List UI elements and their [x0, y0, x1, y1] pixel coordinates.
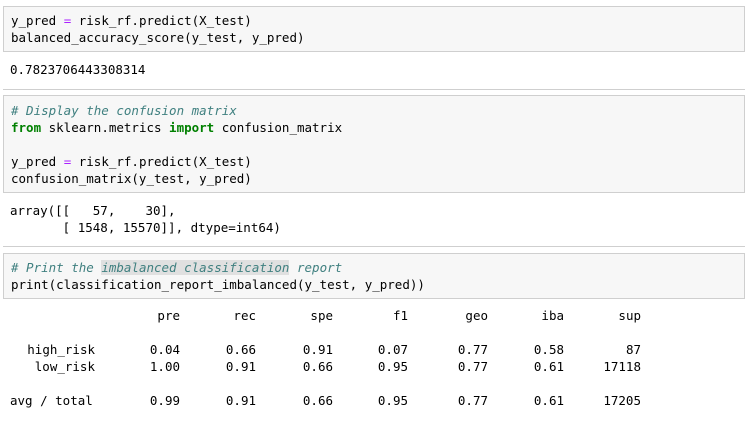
- code-line: from sklearn.metrics import confusion_ma…: [11, 119, 342, 136]
- cell-value: 0.66: [302, 393, 333, 408]
- code-line: print(classification_report_imbalanced(y…: [11, 277, 425, 292]
- code-cell-2[interactable]: # Display the confusion matrix from skle…: [3, 95, 745, 193]
- cell-value: 0.95: [377, 359, 408, 374]
- cell-value: 1.00: [149, 359, 180, 374]
- cell-output-1: 0.7823706443308314: [10, 62, 146, 77]
- keyword-token: from: [11, 120, 42, 135]
- cell-value: 17118: [603, 359, 641, 374]
- column-header-geo: geo: [465, 308, 488, 323]
- cell-value: 0.99: [149, 393, 180, 408]
- code-line: confusion_matrix(y_test, y_pred): [11, 171, 252, 186]
- code-comment: # Display the confusion matrix: [11, 103, 237, 118]
- cell-value: 0.61: [533, 393, 564, 408]
- code-token: risk_rf.predict(X_test): [71, 154, 252, 169]
- cell-value: 0.77: [457, 393, 488, 408]
- cell-output-2-line-2: [ 1548, 15570]], dtype=int64): [10, 220, 281, 235]
- cell-divider: [3, 246, 745, 247]
- code-cell-1[interactable]: y_pred = risk_rf.predict(X_test) balance…: [3, 6, 745, 52]
- column-header-sup: sup: [618, 308, 641, 323]
- cell-value: 0.91: [302, 342, 333, 357]
- cell-value: 0.07: [377, 342, 408, 357]
- row-label: low_risk: [34, 359, 95, 374]
- column-header-f1: f1: [392, 308, 408, 323]
- cell-output-2-line-1: array([[ 57, 30],: [10, 203, 176, 218]
- highlighted-text: imbalanced classification: [101, 260, 290, 275]
- code-token: y_pred: [11, 154, 64, 169]
- column-header-rec: rec: [233, 308, 256, 323]
- cell-value: 0.77: [457, 342, 488, 357]
- column-header-spe: spe: [310, 308, 333, 323]
- cell-value: 0.91: [225, 359, 256, 374]
- comment-token: # Print the: [11, 260, 102, 275]
- row-label: high_risk: [27, 342, 95, 357]
- code-cell-3[interactable]: # Print the imbalanced classification re…: [3, 253, 745, 299]
- keyword-token: import: [169, 120, 215, 135]
- cell-value: 0.61: [533, 359, 564, 374]
- code-token: risk_rf.predict(X_test): [71, 13, 252, 28]
- cell-divider: [3, 89, 745, 90]
- code-line: y_pred = risk_rf.predict(X_test): [11, 153, 252, 170]
- cell-value: 0.66: [225, 342, 256, 357]
- row-label: avg / total: [10, 393, 93, 408]
- code-token: sklearn.metrics: [41, 120, 170, 135]
- code-comment: # Print the imbalanced classification re…: [11, 259, 342, 276]
- cell-value: 0.95: [377, 393, 408, 408]
- code-token: confusion_matrix: [214, 120, 343, 135]
- cell-value: 17205: [603, 393, 641, 408]
- column-header-pre: pre: [157, 308, 180, 323]
- cell-value: 0.04: [149, 342, 180, 357]
- cell-value: 0.91: [225, 393, 256, 408]
- cell-value: 0.58: [533, 342, 564, 357]
- code-line: y_pred = risk_rf.predict(X_test): [11, 12, 252, 29]
- code-token: y_pred: [11, 13, 64, 28]
- column-header-iba: iba: [541, 308, 564, 323]
- cell-value: 87: [625, 342, 641, 357]
- cell-value: 0.66: [302, 359, 333, 374]
- code-line: balanced_accuracy_score(y_test, y_pred): [11, 30, 305, 45]
- cell-value: 0.77: [457, 359, 488, 374]
- comment-token: report: [289, 260, 343, 275]
